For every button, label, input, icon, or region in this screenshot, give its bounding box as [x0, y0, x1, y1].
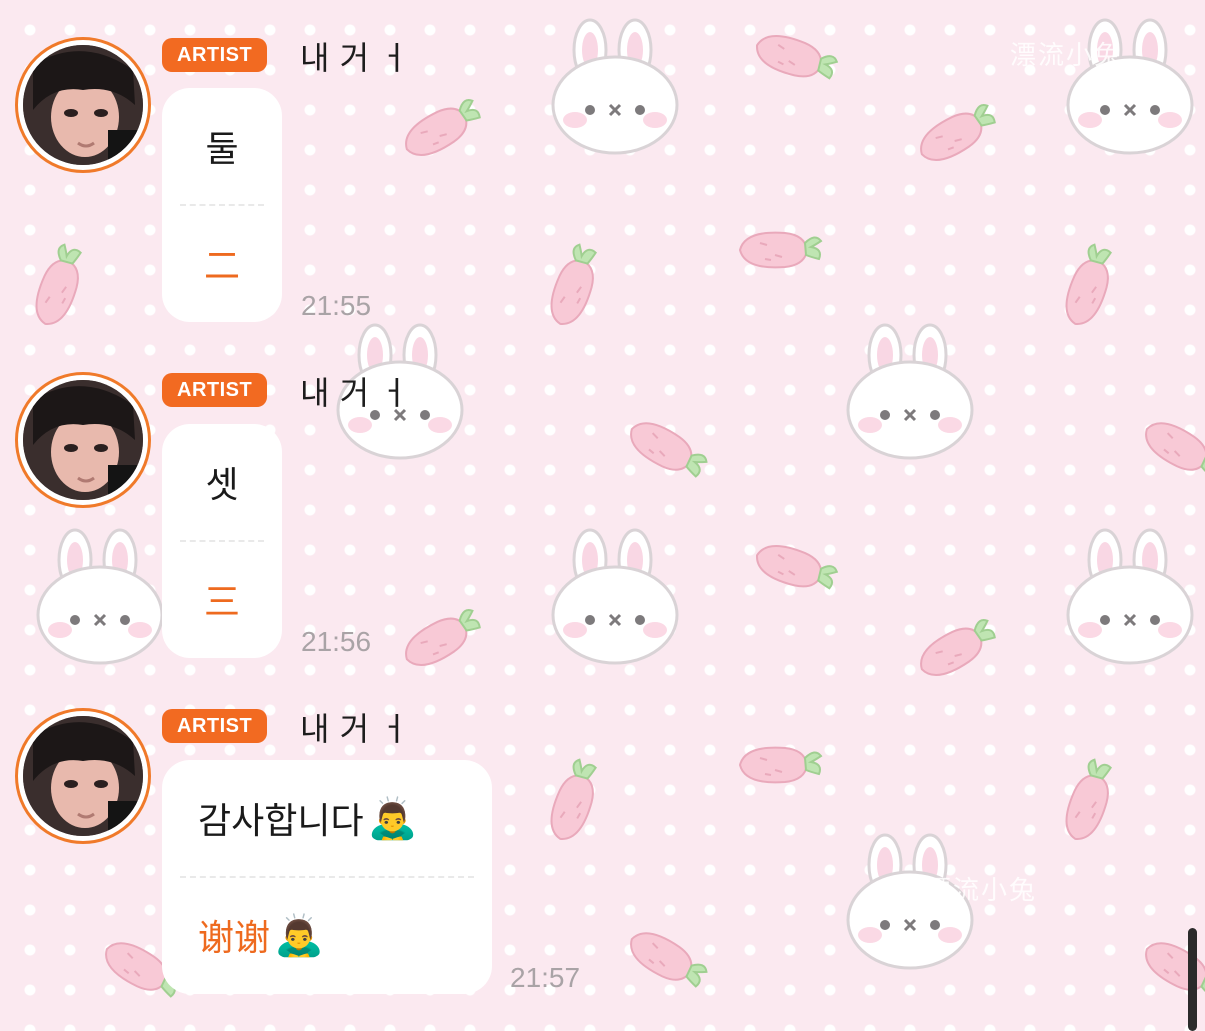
bowing-emoji-icon: 🙇‍♂️	[367, 795, 418, 842]
message-bubble[interactable]: 둘 二	[162, 88, 282, 322]
avatar[interactable]	[15, 372, 151, 508]
message-original-text: 감사합니다	[198, 801, 364, 842]
sender-name: 내 거 ㅓ	[300, 374, 409, 412]
message-original: 감사합니다 🙇‍♂️	[162, 760, 492, 876]
sender-name: 내 거 ㅓ	[300, 39, 409, 77]
message-bubble[interactable]: 셋 三	[162, 424, 282, 658]
message-original-text: 둘	[205, 129, 239, 170]
avatar[interactable]	[15, 37, 151, 173]
avatar-photo	[23, 380, 143, 500]
message-translation-text: 二	[203, 246, 240, 287]
bowing-emoji-icon: 🙇‍♂️	[274, 912, 324, 959]
avatar-photo	[23, 716, 143, 836]
message-translation: 二	[162, 206, 282, 320]
message-original: 셋	[162, 424, 282, 540]
artist-badge: ARTIST	[162, 709, 268, 743]
artist-badge: ARTIST	[162, 373, 268, 407]
watermark-text: 漂流小兔	[925, 876, 1038, 906]
artist-badge: ARTIST	[162, 38, 268, 72]
sender-name: 내 거 ㅓ	[300, 710, 409, 748]
message-timestamp: 21:55	[301, 290, 372, 321]
scrollbar[interactable]	[1188, 928, 1197, 1031]
message-translation-text: 三	[203, 582, 240, 623]
message-original: 둘	[162, 88, 282, 204]
message-bubble[interactable]: 감사합니다 🙇‍♂️ 谢谢 🙇‍♂️	[162, 760, 492, 994]
avatar[interactable]	[15, 708, 151, 844]
message-translation-text: 谢谢	[198, 918, 271, 959]
message-timestamp: 21:56	[301, 626, 372, 657]
message-translation: 谢谢 🙇‍♂️	[162, 878, 492, 992]
message-original-text: 셋	[205, 465, 239, 506]
avatar-photo	[23, 45, 143, 165]
watermark-text: 漂流小兔	[1010, 41, 1123, 71]
message-translation: 三	[162, 542, 282, 656]
message-timestamp: 21:57	[510, 962, 581, 993]
